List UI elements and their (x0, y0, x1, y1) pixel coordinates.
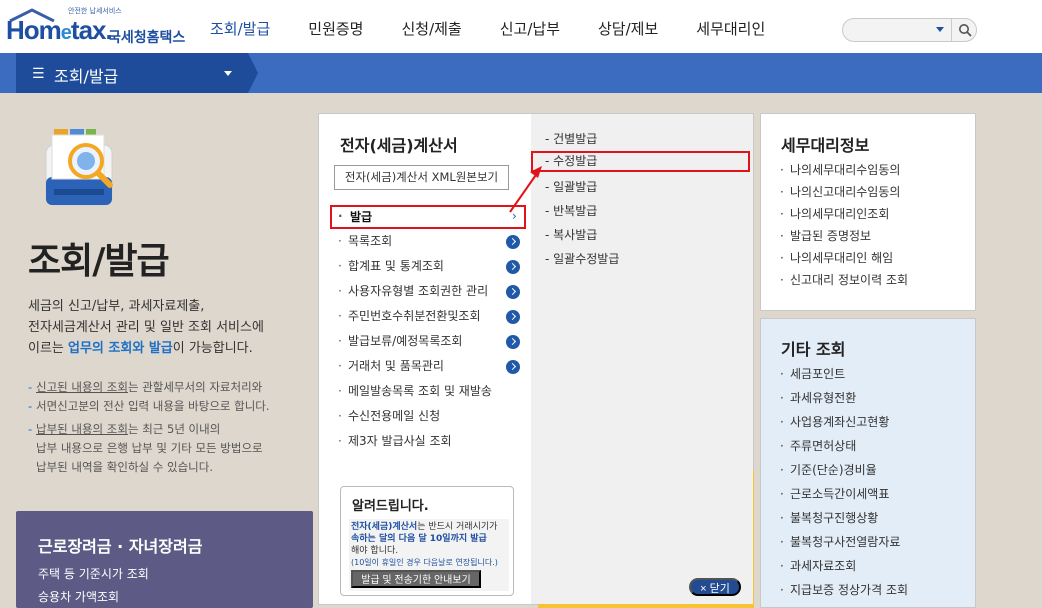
menu-item-hold-scheduled-list[interactable]: 발급보류/예정목록조회 (330, 329, 526, 354)
search-scope-dropdown-icon[interactable] (936, 27, 944, 32)
nav-item-certificates[interactable]: 민원증명 (308, 18, 363, 42)
menu-item-user-permissions[interactable]: 사용자유형별 조회권한 관리 (330, 279, 526, 304)
highlight-arrow-icon (509, 166, 542, 213)
hometax-logo[interactable]: 안전한 납세서비스 Hometax. 국세청홈택스 (6, 6, 186, 46)
issue-deadline-guide-button[interactable]: 발급 및 전송기한 안내보기 (351, 570, 481, 588)
other-item-expense-rate[interactable]: 기준(단순)경비율 (780, 458, 970, 482)
agent-item-dismiss-agent[interactable]: 나의세무대리인 해임 (780, 247, 970, 269)
agent-item-report-history[interactable]: 신고대리 정보이력 조회 (780, 269, 970, 291)
incentive-item-car-price[interactable]: 승용차 가액조회 (38, 588, 119, 605)
xml-original-view-button[interactable]: 전자(세금)계산서 XML원본보기 (334, 165, 509, 190)
submenu-item-modify-issue[interactable]: - 수정발급 (531, 151, 750, 172)
other-item-tax-type-change[interactable]: 과세유형전환 (780, 386, 970, 410)
logo-korean-name: 국세청홈택스 (108, 30, 186, 46)
e-invoice-menu: 발급› 목록조회 합계표 및 통계조회 사용자유형별 조회권한 관리 주민번호수… (330, 205, 526, 454)
nav-item-inquiry-issue[interactable]: 조회/발급 (210, 18, 270, 42)
other-item-appeal-materials[interactable]: 불복청구사전열람자료 (780, 530, 970, 554)
tax-agent-info-title: 세무대리정보 (781, 136, 870, 155)
menu-item-receive-mail-apply[interactable]: 수신전용메일 신청 (330, 404, 526, 429)
nav-item-tax-agent[interactable]: 세무대리인 (696, 18, 765, 42)
incentive-item-housing-price[interactable]: 주택 등 기준시가 조회 (38, 565, 149, 582)
agent-item-my-agent-consent[interactable]: 나의세무대리수임동의 (780, 159, 970, 181)
other-item-tax-data[interactable]: 과세자료조회 (780, 554, 970, 578)
other-inquiry-title: 기타 조회 (781, 340, 846, 359)
page-notes: 신고된 내용의 조회는 관할세무서의 자료처리와 서면신고분의 전산 입력 내용… (28, 378, 310, 477)
panel-title: 전자(세금)계산서 (340, 136, 458, 155)
note-reported: 신고된 내용의 조회는 관할세무서의 자료처리와 (28, 378, 310, 397)
expand-arrow-icon[interactable] (506, 360, 520, 374)
other-inquiry-list: 세금포인트 과세유형전환 사업용계좌신고현황 주류면허상태 기준(단순)경비율 … (780, 362, 970, 602)
logo-wordmark: Hometax. (6, 15, 113, 45)
expand-arrow-icon[interactable] (506, 335, 520, 349)
agent-item-issued-certificates[interactable]: 발급된 증명정보 (780, 225, 970, 247)
breadcrumb-arrow-shape (248, 53, 258, 93)
submenu-item-bulk-modify-issue[interactable]: - 일괄수정발급 (545, 248, 750, 272)
agent-item-report-agent-consent[interactable]: 나의신고대리수임동의 (780, 181, 970, 203)
other-item-guarantee-price[interactable]: 지급보증 정상가격 조회 (780, 578, 970, 602)
menu-item-list-inquiry[interactable]: 목록조회 (330, 229, 526, 254)
other-item-liquor-license[interactable]: 주류면허상태 (780, 434, 970, 458)
page-title: 조회/발급 (28, 241, 170, 282)
other-item-withholding-table[interactable]: 근로소득간이세액표 (780, 482, 970, 506)
notice-text: 전자(세금)계산서는 반드시 거래시기가 속하는 달의 다음 달 10일까지 발… (351, 522, 498, 556)
search-box (842, 18, 977, 42)
menu-icon: ☰ (32, 66, 45, 82)
submenu-item-copy-issue[interactable]: - 복사발급 (545, 224, 750, 248)
submenu-item-bulk-issue[interactable]: - 일괄발급 (545, 176, 750, 200)
other-item-tax-points[interactable]: 세금포인트 (780, 362, 970, 386)
incentive-box-title[interactable]: 근로장려금 · 자녀장려금 (38, 533, 202, 557)
page-description: 세금의 신고/납부, 과세자료제출, 전자세금계산서 관리 및 일반 조회 서비… (28, 299, 264, 356)
menu-item-partner-items[interactable]: 거래처 및 품목관리 (330, 354, 526, 379)
menu-item-third-party-issue[interactable]: 제3자 발급사실 조회 (330, 429, 526, 454)
submenu-item-repeat-issue[interactable]: - 반복발급 (545, 200, 750, 224)
incentive-box: 근로장려금 · 자녀장려금 주택 등 기준시가 조회 승용차 가액조회 (16, 511, 313, 608)
nav-item-apply-submit[interactable]: 신청/제출 (401, 18, 461, 42)
menu-item-totals-stats[interactable]: 합계표 및 통계조회 (330, 254, 526, 279)
agent-item-my-agent-inquiry[interactable]: 나의세무대리인조회 (780, 203, 970, 225)
notice-holiday-note: (10일이 휴일인 경우 다음날로 연장됩니다.) (351, 558, 498, 567)
issue-submenu: - 건별발급 - - 일괄발급 - 반복발급 - 복사발급 - 일괄수정발급 (545, 128, 750, 272)
header: 안전한 납세서비스 Hometax. 국세청홈택스 조회/발급 민원증명 신청/… (0, 0, 1042, 55)
close-button[interactable]: × 닫기 (689, 578, 741, 596)
expand-arrow-icon[interactable] (506, 310, 520, 324)
search-icon (959, 24, 972, 37)
nav-item-report-pay[interactable]: 신고/납부 (500, 18, 560, 42)
notice-title: 알려드립니다. (352, 499, 429, 514)
main-nav: 조회/발급 민원증명 신청/제출 신고/납부 상담/제보 세무대리인 (210, 18, 803, 42)
search-button[interactable] (951, 19, 977, 41)
notice-box: 알려드립니다. 전자(세금)계산서는 반드시 거래시기가 속하는 달의 다음 달… (340, 486, 514, 596)
menu-item-issue[interactable]: 발급› (330, 205, 526, 229)
expand-arrow-icon[interactable] (506, 235, 520, 249)
breadcrumb-label: 조회/발급 (54, 67, 119, 86)
magnifier-document-icon (45, 129, 113, 206)
tax-agent-info-list: 나의세무대리수임동의 나의신고대리수임동의 나의세무대리인조회 발급된 증명정보… (780, 159, 970, 291)
note-paid: 납부된 내용의 조회는 최근 5년 이내의 (28, 420, 310, 439)
chevron-down-icon (224, 71, 232, 76)
menu-item-mail-resend[interactable]: 메일발송목록 조회 및 재발송 (330, 379, 526, 404)
breadcrumb[interactable]: ☰ 조회/발급 (16, 53, 248, 93)
nav-item-consult-report[interactable]: 상담/제보 (598, 18, 658, 42)
search-input[interactable] (851, 21, 931, 39)
other-item-business-account[interactable]: 사업용계좌신고현황 (780, 410, 970, 434)
expand-arrow-icon[interactable] (506, 260, 520, 274)
expand-arrow-icon[interactable] (506, 285, 520, 299)
submenu-item-single-issue[interactable]: - 건별발급 (545, 128, 750, 152)
menu-item-resident-number-convert[interactable]: 주민번호수취분전환및조회 (330, 304, 526, 329)
other-item-appeal-status[interactable]: 불복청구진행상황 (780, 506, 970, 530)
